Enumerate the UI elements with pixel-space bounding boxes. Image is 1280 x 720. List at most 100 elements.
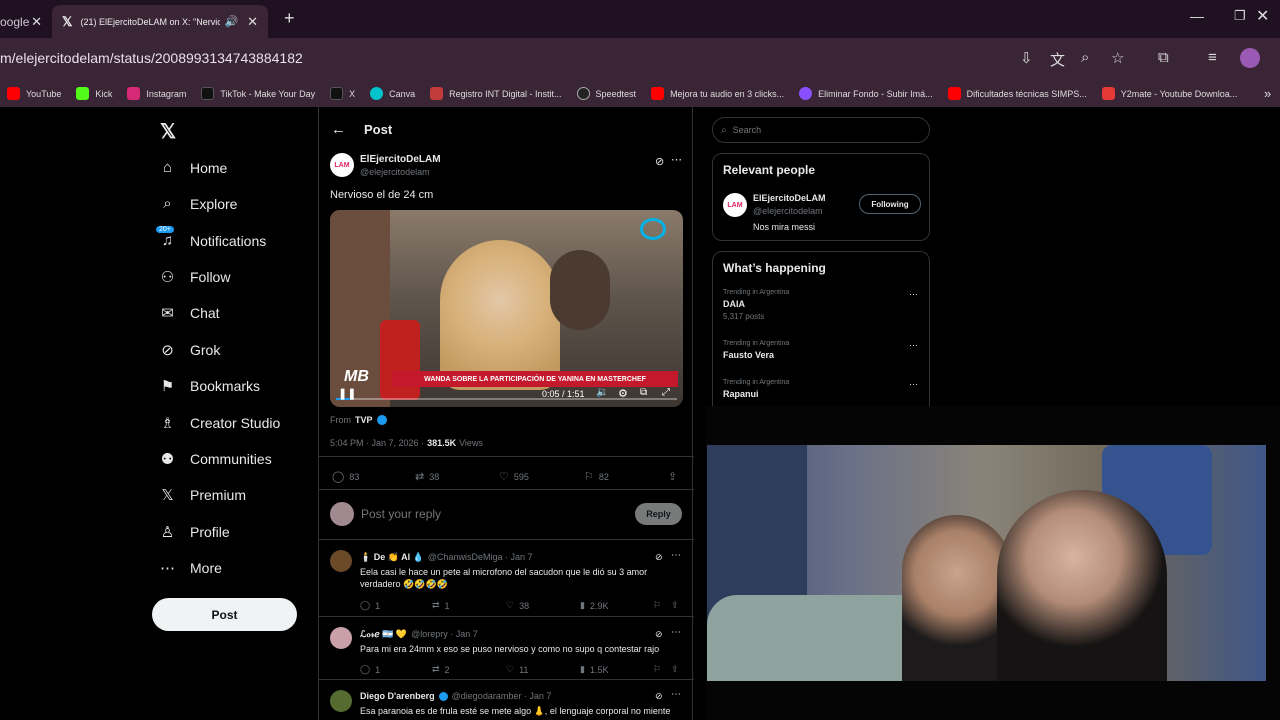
grok-icon[interactable]: ⊘ xyxy=(655,629,663,640)
like-count[interactable]: ♡ 595 xyxy=(499,470,529,483)
nav-explore[interactable]: ⌕ Explore xyxy=(159,195,237,212)
window-close-icon[interactable]: ✕ xyxy=(1256,6,1269,26)
reply-avatar[interactable] xyxy=(330,690,352,712)
my-avatar[interactable] xyxy=(330,502,354,526)
zoom-icon[interactable]: ⌕ xyxy=(1081,49,1089,66)
reply-count[interactable]: ◯ 1 xyxy=(360,600,380,611)
repost-count[interactable]: ⇄ 2 xyxy=(432,664,450,675)
bookmark-registro[interactable]: Registro INT Digital - Instit... xyxy=(430,87,562,100)
minimize-icon[interactable]: — xyxy=(1190,8,1204,24)
source-name[interactable]: TVP xyxy=(355,415,373,425)
nav-chat[interactable]: ✉ Chat xyxy=(159,304,219,322)
nav-bookmarks[interactable]: ⚑ Bookmarks xyxy=(159,377,260,395)
share-icon[interactable]: ⇪ xyxy=(671,664,679,675)
video-player[interactable]: MB WANDA SOBRE LA PARTICIPACIÓN DE YANIN… xyxy=(330,210,683,407)
profile-avatar-icon[interactable] xyxy=(1240,48,1260,68)
reply-author-name[interactable]: Diego D'arenberg xyxy=(360,691,435,701)
reply-item[interactable]: 🕯️ De 👏 Al 💧 @ChanwisDeMiga · Jan 7 ⊘ ⋯ … xyxy=(319,539,694,616)
back-arrow-icon[interactable]: ← xyxy=(331,121,346,138)
bookmark-y2mate[interactable]: Y2mate - Youtube Downloa... xyxy=(1101,87,1237,100)
more-bookmarks-icon[interactable]: » xyxy=(1264,86,1271,101)
pause-icon[interactable]: ❚❚ xyxy=(338,387,356,400)
fullscreen-icon[interactable]: ⤢ xyxy=(662,387,670,398)
reply-avatar[interactable] xyxy=(330,627,352,649)
more-options-icon[interactable]: ⋯ xyxy=(909,340,918,351)
grok-icon[interactable]: ⊘ xyxy=(655,552,663,563)
close-icon[interactable]: ✕ xyxy=(247,14,258,30)
repost-count[interactable]: ⇄ 1 xyxy=(432,600,450,611)
bookmark-star-icon[interactable]: ☆ xyxy=(1111,49,1124,67)
bookmark-count[interactable]: ⚐ 82 xyxy=(584,470,609,483)
nav-notifications[interactable]: ♫ 20+ Notifications xyxy=(156,226,266,249)
following-button[interactable]: Following xyxy=(859,194,921,214)
search-input[interactable] xyxy=(732,125,903,135)
bookmark-mejora-audio[interactable]: Mejora tu audio en 3 clicks... xyxy=(651,87,784,100)
nav-premium[interactable]: 𝕏 Premium xyxy=(159,486,246,504)
bookmark-canva[interactable]: Canva xyxy=(370,87,415,100)
nav-communities[interactable]: ⚉ Communities xyxy=(159,450,272,468)
compose-post-button[interactable]: Post xyxy=(152,598,297,631)
search-box[interactable]: ⌕ xyxy=(712,117,930,143)
bookmark-kick[interactable]: Kick xyxy=(76,87,112,100)
view-count[interactable]: ▮ 2.9K xyxy=(580,600,608,611)
extensions-icon[interactable]: ⧉ xyxy=(1158,49,1169,66)
trend-item[interactable]: Trending in Argentina Rapanui ⋯ xyxy=(723,379,923,399)
grok-icon[interactable]: ⊘ xyxy=(655,691,663,702)
bookmark-instagram[interactable]: Instagram xyxy=(127,87,186,100)
new-tab-button[interactable]: + xyxy=(284,8,295,29)
speaker-icon[interactable]: 🔊 xyxy=(224,15,238,28)
nav-more[interactable]: ⋯ More xyxy=(159,559,222,577)
trend-item[interactable]: Trending in Argentina Fausto Vera ⋯ xyxy=(723,340,923,360)
bookmark-icon[interactable]: ⚐ xyxy=(653,600,661,611)
nav-profile[interactable]: ♙ Profile xyxy=(159,523,230,541)
restore-icon[interactable]: ❐ xyxy=(1234,8,1246,24)
reply-button[interactable]: Reply xyxy=(635,503,682,525)
share-icon[interactable]: ⇪ xyxy=(671,600,679,611)
author-name[interactable]: ElEjercitoDeLAM xyxy=(360,154,441,165)
install-app-icon[interactable]: ⇩ xyxy=(1020,49,1033,67)
media-controls-icon[interactable]: ≡ xyxy=(1208,49,1217,66)
reply-item[interactable]: ℒℴ𝓇ℯ 🇦🇷 💛 @lorepry · Jan 7 ⊘ ⋯ Para mi e… xyxy=(319,616,694,679)
trend-item[interactable]: Trending in Argentina DAIA 5,317 posts ⋯ xyxy=(723,289,923,321)
reply-author-name[interactable]: 🕯️ De 👏 Al 💧 xyxy=(360,552,424,563)
reply-author-name[interactable]: ℒℴ𝓇ℯ 🇦🇷 💛 xyxy=(360,629,407,640)
nav-creator-studio[interactable]: ♗ Creator Studio xyxy=(159,414,281,432)
like-count[interactable]: ♡ 11 xyxy=(506,664,528,675)
reply-avatar[interactable] xyxy=(330,550,352,572)
reply-input[interactable] xyxy=(361,505,581,523)
bookmark-x[interactable]: X xyxy=(330,87,355,100)
reply-count[interactable]: ◯ 83 xyxy=(332,470,359,483)
reply-count[interactable]: ◯ 1 xyxy=(360,664,380,675)
person-handle[interactable]: @elejercitodelam xyxy=(753,206,823,216)
author-avatar[interactable]: LAM xyxy=(330,153,354,177)
more-options-icon[interactable]: ⋯ xyxy=(671,689,681,700)
author-handle[interactable]: @elejercitodelam xyxy=(360,167,430,177)
person-name[interactable]: ElEjercitoDeLAM xyxy=(753,193,826,203)
bookmark-tiktok[interactable]: TikTok - Make Your Day xyxy=(201,87,315,100)
reply-author-handle[interactable]: @lorepry · Jan 7 xyxy=(411,629,478,640)
tab-google[interactable]: oogle ✕ xyxy=(0,5,48,38)
bookmark-dificultades[interactable]: Dificultades técnicas SIMPS... xyxy=(947,87,1087,100)
more-options-icon[interactable]: ⋯ xyxy=(671,627,681,638)
more-options-icon[interactable]: ⋯ xyxy=(671,550,681,561)
translate-icon[interactable]: 文 xyxy=(1050,49,1065,70)
x-logo-icon[interactable]: 𝕏 xyxy=(160,119,176,144)
repost-count[interactable]: ⇄ 38 xyxy=(415,470,439,483)
reply-item[interactable]: Diego D'arenberg @diegodaramber · Jan 7 … xyxy=(319,679,694,720)
share-icon[interactable]: ⇪ xyxy=(668,470,677,483)
more-options-icon[interactable]: ⋯ xyxy=(909,379,918,390)
bookmark-speedtest[interactable]: Speedtest xyxy=(576,87,636,100)
person-avatar[interactable]: LAM xyxy=(723,193,747,217)
post-timestamp[interactable]: 5:04 PM · Jan 7, 2026 · xyxy=(330,438,424,448)
tab-x-post[interactable]: 𝕏 (21) ElEjercitoDeLAM on X: "Nervioso 🔊… xyxy=(52,5,268,38)
bookmark-youtube[interactable]: YouTube xyxy=(7,87,61,100)
more-options-icon[interactable]: ⋯ xyxy=(909,289,918,300)
settings-icon[interactable]: ⚙ xyxy=(618,387,628,400)
reply-author-handle[interactable]: @diegodaramber · Jan 7 xyxy=(452,691,552,701)
picture-in-picture-icon[interactable]: ⧉ xyxy=(640,387,647,398)
reply-author-handle[interactable]: @ChanwisDeMiga · Jan 7 xyxy=(428,552,533,563)
bookmark-eliminar-fondo[interactable]: Eliminar Fondo - Subir Imá... xyxy=(799,87,933,100)
nav-grok[interactable]: ⊘ Grok xyxy=(159,341,220,359)
like-count[interactable]: ♡ 38 xyxy=(506,600,529,611)
volume-icon[interactable]: 🔉 xyxy=(596,387,608,398)
